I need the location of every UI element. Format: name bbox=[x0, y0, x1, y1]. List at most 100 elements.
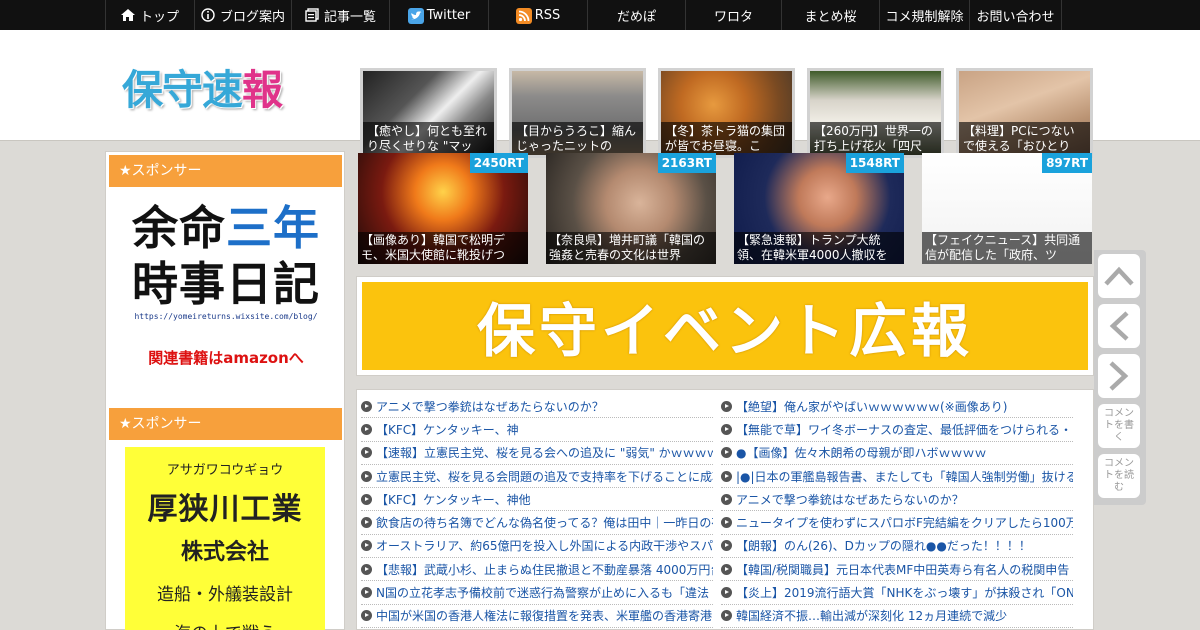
article-list-item[interactable]: アニメで撃つ拳銃はなぜあたらないのか？ bbox=[361, 395, 713, 419]
arrow-bullet-icon bbox=[721, 470, 732, 482]
nav-item-label: ワロタ bbox=[713, 9, 753, 25]
rt-card-caption: 【緊急速報】トランプ大統領、在韓米軍4000人撤収を bbox=[734, 232, 904, 264]
scroll-top-button[interactable] bbox=[1098, 254, 1140, 298]
top-navigation-bar: トップ ブログ案内 記事一覧 Twitter RSS だめぽ ワロタ まとめ桜 コメ規制解除 お問… bbox=[0, 0, 1200, 30]
sponsor-heading: ★スポンサー bbox=[109, 408, 342, 440]
sponsor-ad-yomei[interactable]: 余命三年 時事日記 https://yomeireturns.wixsite.c… bbox=[126, 200, 326, 380]
thumbnail-caption: 【冬】茶トラ猫の集団が皆でお昼寝。こ bbox=[661, 122, 792, 155]
article-list-item[interactable]: 飲食店の待ち名簿でどんな偽名使ってる？俺は田中｜一昨日の夜 bbox=[361, 511, 713, 535]
featured-thumbnail[interactable]: 【癒やし】何とも至れり尽くせりな "マッ bbox=[360, 68, 497, 158]
article-list-item[interactable]: 韓国経済不振…輸出減が深刻化 12ヵ月連続で減少 bbox=[721, 605, 1073, 628]
featured-thumbnail[interactable]: 【目からうろこ】縮んじゃったニットの bbox=[509, 68, 646, 158]
nav-item[interactable]: 記事一覧 bbox=[291, 0, 389, 30]
article-link-text: 【KFC】ケンタッキー、神他 bbox=[376, 492, 531, 507]
ad-title-part: 余命 bbox=[132, 201, 226, 255]
nav-item[interactable]: ワロタ bbox=[685, 0, 781, 30]
article-link-text: 【韓国/税関職員】元日本代表MF中田英寿ら有名人の税関申告 bbox=[736, 562, 1070, 577]
article-list-item[interactable]: |●|日本の軍艦島報告書、またしても「韓国人強制労働」抜ける bbox=[721, 465, 1073, 489]
write-comment-button[interactable]: コメントを書く bbox=[1098, 404, 1140, 448]
article-list-item[interactable]: 【KFC】ケンタッキー、神他 bbox=[361, 488, 713, 512]
nav-item-label: お問い合わせ bbox=[976, 9, 1055, 25]
thumbnail-caption: 【癒やし】何とも至れり尽くせりな "マッ bbox=[363, 122, 494, 155]
nav-item[interactable]: まとめ桜 bbox=[781, 0, 879, 30]
arrow-bullet-icon bbox=[721, 423, 732, 435]
article-link-text: |●|日本の軍艦島報告書、またしても「韓国人強制労働」抜ける bbox=[736, 469, 1073, 484]
article-list-item[interactable]: 【炎上】2019流行語大賞「NHKをぶっ壊す」が抹殺され「ON bbox=[721, 581, 1073, 605]
article-list-item[interactable]: 【絶望】俺ん家がやばいｗｗｗｗｗｗ(※画像あり) bbox=[721, 395, 1073, 419]
article-link-text: ニュータイプを使わずにスパロボF完結編をクリアしたら100万 bbox=[736, 516, 1073, 531]
list-icon bbox=[305, 8, 319, 22]
article-list-item[interactable]: 立憲民主党、桜を見る会問題の追及で支持率を下げることに成功 bbox=[361, 465, 713, 489]
ad-company-name: 厚狭川工業 bbox=[147, 492, 303, 527]
rt-ranking-card[interactable]: 2450RT 【画像あり】韓国で松明デモ、米国大使館に靴投げつ bbox=[358, 153, 528, 264]
article-link-text: 【炎上】2019流行語大賞「NHKをぶっ壊す」が抹殺され「ON bbox=[736, 586, 1073, 601]
rt-card-caption: 【フェイクニュース】共同通信が配信した「政府、ツ bbox=[922, 232, 1092, 264]
rt-ranking-card[interactable]: 1548RT 【緊急速報】トランプ大統領、在韓米軍4000人撤収を bbox=[734, 153, 904, 264]
featured-thumbnail[interactable]: 【料理】PCにつないで使える「おひとり bbox=[956, 68, 1093, 158]
article-link-text: 【悲報】武蔵小杉、止まらぬ住民撤退と不動産暴落 4000万円台 bbox=[376, 562, 713, 577]
arrow-bullet-icon bbox=[721, 493, 732, 505]
event-banner[interactable]: 保守イベント広報 bbox=[356, 276, 1094, 376]
article-link-text: 立憲民主党、桜を見る会問題の追及で支持率を下げることに成功 bbox=[376, 469, 713, 484]
home-icon bbox=[120, 8, 135, 22]
sponsor-ad-asagawa[interactable]: アサガワコウギョウ 厚狭川工業 株式会社 造船・外艤装設計 海の上で戦う bbox=[125, 447, 325, 630]
article-lists: アニメで撃つ拳銃はなぜあたらないのか？ 【KFC】ケンタッキー、神【速報】立憲民主… bbox=[356, 389, 1094, 630]
amazon-link[interactable]: 関連書籍はamazonへ bbox=[126, 347, 326, 368]
previous-article-button[interactable] bbox=[1098, 304, 1140, 348]
rt-card-caption: 【画像あり】韓国で松明デモ、米国大使館に靴投げつ bbox=[358, 232, 528, 264]
article-list-item[interactable]: 中国が米国の香港人権法に報復措置を発表、米軍艦の香港寄港 bbox=[361, 605, 713, 628]
article-list-item[interactable]: 【悲報】武蔵小杉、止まらぬ住民撤退と不動産暴落 4000万円台 bbox=[361, 558, 713, 582]
article-list-item[interactable]: 【朗報】のん(26)、Dカップの隠れ●●だった！！！！ bbox=[721, 535, 1073, 559]
rt-count-badge: 1548RT bbox=[845, 153, 904, 173]
featured-thumbnail[interactable]: 【冬】茶トラ猫の集団が皆でお昼寝。こ bbox=[658, 68, 795, 158]
rt-count-badge: 2450RT bbox=[469, 153, 528, 173]
article-list-left: アニメで撃つ拳銃はなぜあたらないのか？ 【KFC】ケンタッキー、神【速報】立憲民主… bbox=[361, 395, 713, 628]
article-list-item[interactable]: ニュータイプを使わずにスパロボF完結編をクリアしたら100万 bbox=[721, 511, 1073, 535]
article-list-item[interactable]: ●【画像】佐々木朗希の母親が即ハボｗｗｗｗ bbox=[721, 442, 1073, 465]
article-list-item[interactable]: アニメで撃つ拳銃はなぜあたらないのか？ bbox=[721, 488, 1073, 512]
arrow-bullet-icon bbox=[721, 563, 732, 575]
article-list-item[interactable]: 【KFC】ケンタッキー、神 bbox=[361, 418, 713, 442]
article-list-item[interactable]: オーストラリア、約65億円を投入し外国による内政干渉やスパイ bbox=[361, 535, 713, 559]
next-article-button[interactable] bbox=[1098, 354, 1140, 398]
article-link-text: 【朗報】のん(26)、Dカップの隠れ●●だった！！！！ bbox=[736, 539, 1031, 554]
article-link-text: 飲食店の待ち名簿でどんな偽名使ってる？俺は田中｜一昨日の夜 bbox=[376, 516, 713, 531]
arrow-bullet-icon bbox=[361, 470, 372, 482]
nav-item-label: コメ規制解除 bbox=[885, 9, 964, 25]
nav-item[interactable]: トップ bbox=[105, 0, 194, 30]
article-list-item[interactable]: N国の立花孝志予備校前で迷惑行為警察が止めに入るも「違法 bbox=[361, 581, 713, 605]
nav-item-label: まとめ桜 bbox=[804, 9, 857, 25]
nav-item[interactable]: コメ規制解除 bbox=[879, 0, 969, 30]
rt-count-badge: 897RT bbox=[1042, 153, 1092, 173]
arrow-bullet-icon bbox=[361, 447, 372, 459]
featured-thumbnail[interactable]: 【260万円】世界一の打ち上げ花火「四尺 bbox=[807, 68, 944, 158]
nav-item[interactable]: ブログ案内 bbox=[194, 0, 291, 30]
nav-item[interactable]: お問い合わせ bbox=[969, 0, 1062, 30]
floating-buttons: コメントを書く コメントを読む bbox=[1094, 250, 1146, 505]
arrow-bullet-icon bbox=[361, 400, 372, 412]
rt-ranking: 2450RT 【画像あり】韓国で松明デモ、米国大使館に靴投げつ 2163RT 【奈良県… bbox=[358, 153, 1092, 264]
nav-item-label: 記事一覧 bbox=[323, 9, 376, 25]
article-list-item[interactable]: 【速報】立憲民主党、桜を見る会への追及に "弱気" かｗｗｗｗ bbox=[361, 442, 713, 465]
article-link-text: オーストラリア、約65億円を投入し外国による内政干渉やスパイ bbox=[376, 539, 713, 554]
article-list-item[interactable]: 【無能で草】ワイ冬ボーナスの査定、最低評価をつけられる・ bbox=[721, 418, 1073, 442]
site-logo[interactable]: 保守速報 bbox=[122, 58, 322, 114]
nav-item[interactable]: RSS bbox=[488, 0, 587, 30]
nav-item-label: トップ bbox=[139, 9, 179, 25]
article-link-text: アニメで撃つ拳銃はなぜあたらないのか？ bbox=[376, 399, 604, 414]
up-chevron-icon bbox=[1104, 266, 1134, 286]
article-link-text: 【速報】立憲民主党、桜を見る会への追及に "弱気" かｗｗｗｗ bbox=[376, 446, 713, 461]
article-list-item[interactable]: 【韓国/税関職員】元日本代表MF中田英寿ら有名人の税関申告 bbox=[721, 558, 1073, 582]
nav-item[interactable]: だめぽ bbox=[587, 0, 685, 30]
nav-item[interactable]: Twitter bbox=[389, 0, 488, 30]
arrow-bullet-icon bbox=[361, 610, 372, 622]
thumbnail-caption: 【料理】PCにつないで使える「おひとり bbox=[959, 122, 1090, 155]
read-comment-button[interactable]: コメントを読む bbox=[1098, 454, 1140, 498]
info-icon bbox=[201, 8, 215, 22]
article-link-text: 【無能で草】ワイ冬ボーナスの査定、最低評価をつけられる・ bbox=[736, 422, 1073, 437]
rt-ranking-card[interactable]: 2163RT 【奈良県】増井町議「韓国の強姦と売春の文化は世界 bbox=[546, 153, 716, 264]
left-chevron-icon bbox=[1109, 311, 1129, 341]
logo-character: 保 bbox=[122, 65, 163, 114]
rt-ranking-card[interactable]: 897RT 【フェイクニュース】共同通信が配信した「政府、ツ bbox=[922, 153, 1092, 264]
article-link-text: 【KFC】ケンタッキー、神 bbox=[376, 422, 519, 437]
